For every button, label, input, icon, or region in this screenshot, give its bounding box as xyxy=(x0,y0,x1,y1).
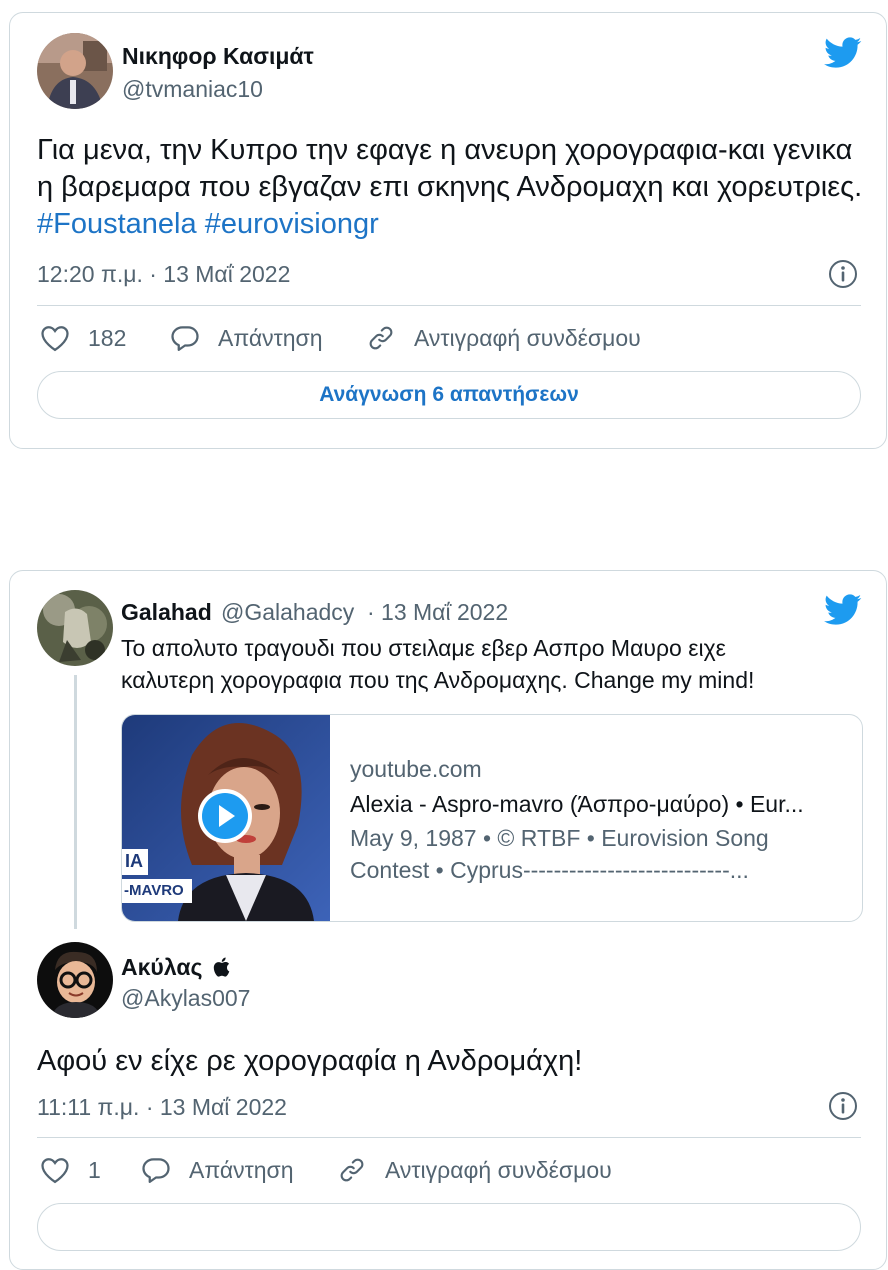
link-description-line1: May 9, 1987 • © RTBF • Eurovision Song xyxy=(350,825,769,851)
link-preview-card[interactable]: IA -MAVRO youtube.com Alexia - Aspro-mav… xyxy=(121,714,863,922)
tweet-card-1: Νικηφορ Κασιμάτ @tvmaniac10 Για μενα, τη… xyxy=(9,12,887,449)
reply-bubble-icon xyxy=(171,326,199,351)
parent-tweet-date[interactable]: · 13 Μαΐ 2022 xyxy=(367,599,508,626)
heart-icon xyxy=(41,326,69,352)
parent-author-handle[interactable]: @Galahadcy xyxy=(221,599,354,626)
thumb-caption-top: IA xyxy=(125,851,143,871)
read-replies-button-partial[interactable] xyxy=(37,1203,861,1251)
like-button[interactable]: 182 xyxy=(40,324,126,352)
reply-label: Απάντηση xyxy=(218,324,323,351)
author-handle[interactable]: @tvmaniac10 xyxy=(122,76,263,103)
avatar[interactable] xyxy=(37,942,113,1018)
info-icon[interactable] xyxy=(828,259,858,289)
copy-link-label: Αντιγραφή συνδέσμου xyxy=(385,1156,612,1183)
link-description-line2: Contest • Cyprus------------------------… xyxy=(350,857,749,883)
hashtag-link[interactable]: #eurovisiongr xyxy=(205,208,379,240)
play-button[interactable] xyxy=(198,789,252,843)
read-replies-button[interactable]: Ανάγνωση 6 απαντήσεων xyxy=(37,371,861,419)
author-name-text: Ακύλας xyxy=(121,954,203,980)
author-name[interactable]: Ακύλας xyxy=(121,954,230,983)
timestamp[interactable]: 12:20 π.μ. · 13 Μαΐ 2022 xyxy=(37,261,290,288)
tweet-text: Για μενα, την Κυπρο την εφαγε η ανευρη χ… xyxy=(37,132,867,243)
link-title: Alexia - Aspro-mavro (Άσπρο-μαύρο) • Eur… xyxy=(350,791,804,817)
apple-icon xyxy=(213,956,230,983)
tweet-card-2: Galahad @Galahadcy · 13 Μαΐ 2022 Το απολ… xyxy=(9,570,887,1270)
play-icon xyxy=(202,793,248,839)
like-button[interactable]: 1 xyxy=(40,1156,101,1184)
divider xyxy=(37,305,861,306)
info-icon[interactable] xyxy=(828,1091,858,1121)
like-count: 1 xyxy=(88,1156,101,1183)
parent-tweet-text: Το απολυτο τραγουδι που στειλαμε εβερ Ασ… xyxy=(121,635,755,693)
twitter-bird-icon[interactable] xyxy=(824,37,864,71)
copy-link-button[interactable]: Αντιγραφή συνδέσμου xyxy=(366,324,641,352)
avatar[interactable] xyxy=(37,33,113,109)
twitter-bird-icon[interactable] xyxy=(824,594,864,628)
reply-label: Απάντηση xyxy=(189,1156,294,1183)
avatar[interactable] xyxy=(37,590,113,666)
divider xyxy=(37,1137,861,1138)
thread-line xyxy=(74,675,77,929)
author-handle[interactable]: @Akylas007 xyxy=(121,985,250,1012)
copy-link-label: Αντιγραφή συνδέσμου xyxy=(414,324,641,351)
link-domain: youtube.com xyxy=(350,756,482,782)
link-icon xyxy=(369,326,393,350)
timestamp[interactable]: 11:11 π.μ. · 13 Μαΐ 2022 xyxy=(37,1094,287,1121)
reply-button[interactable]: Απάντηση xyxy=(170,324,323,352)
reply-bubble-icon xyxy=(142,1158,170,1183)
tweet-text: Αφού εν είχε ρε χορογραφία η Ανδρομάχη! xyxy=(37,1045,583,1077)
reply-button[interactable]: Απάντηση xyxy=(141,1156,294,1184)
link-icon xyxy=(340,1158,364,1182)
hashtag-link[interactable]: #Foustanela xyxy=(37,208,197,240)
like-count: 182 xyxy=(88,324,127,351)
tweet-text-plain: Για μενα, την Κυπρο την εφαγε η ανευρη χ… xyxy=(37,134,863,203)
heart-icon xyxy=(41,1158,69,1184)
video-thumbnail[interactable]: IA -MAVRO xyxy=(122,715,330,921)
parent-author-name[interactable]: Galahad xyxy=(121,599,212,626)
copy-link-button[interactable]: Αντιγραφή συνδέσμου xyxy=(337,1156,612,1184)
thumb-caption-bottom: -MAVRO xyxy=(124,882,184,899)
author-name[interactable]: Νικηφορ Κασιμάτ xyxy=(122,43,314,70)
